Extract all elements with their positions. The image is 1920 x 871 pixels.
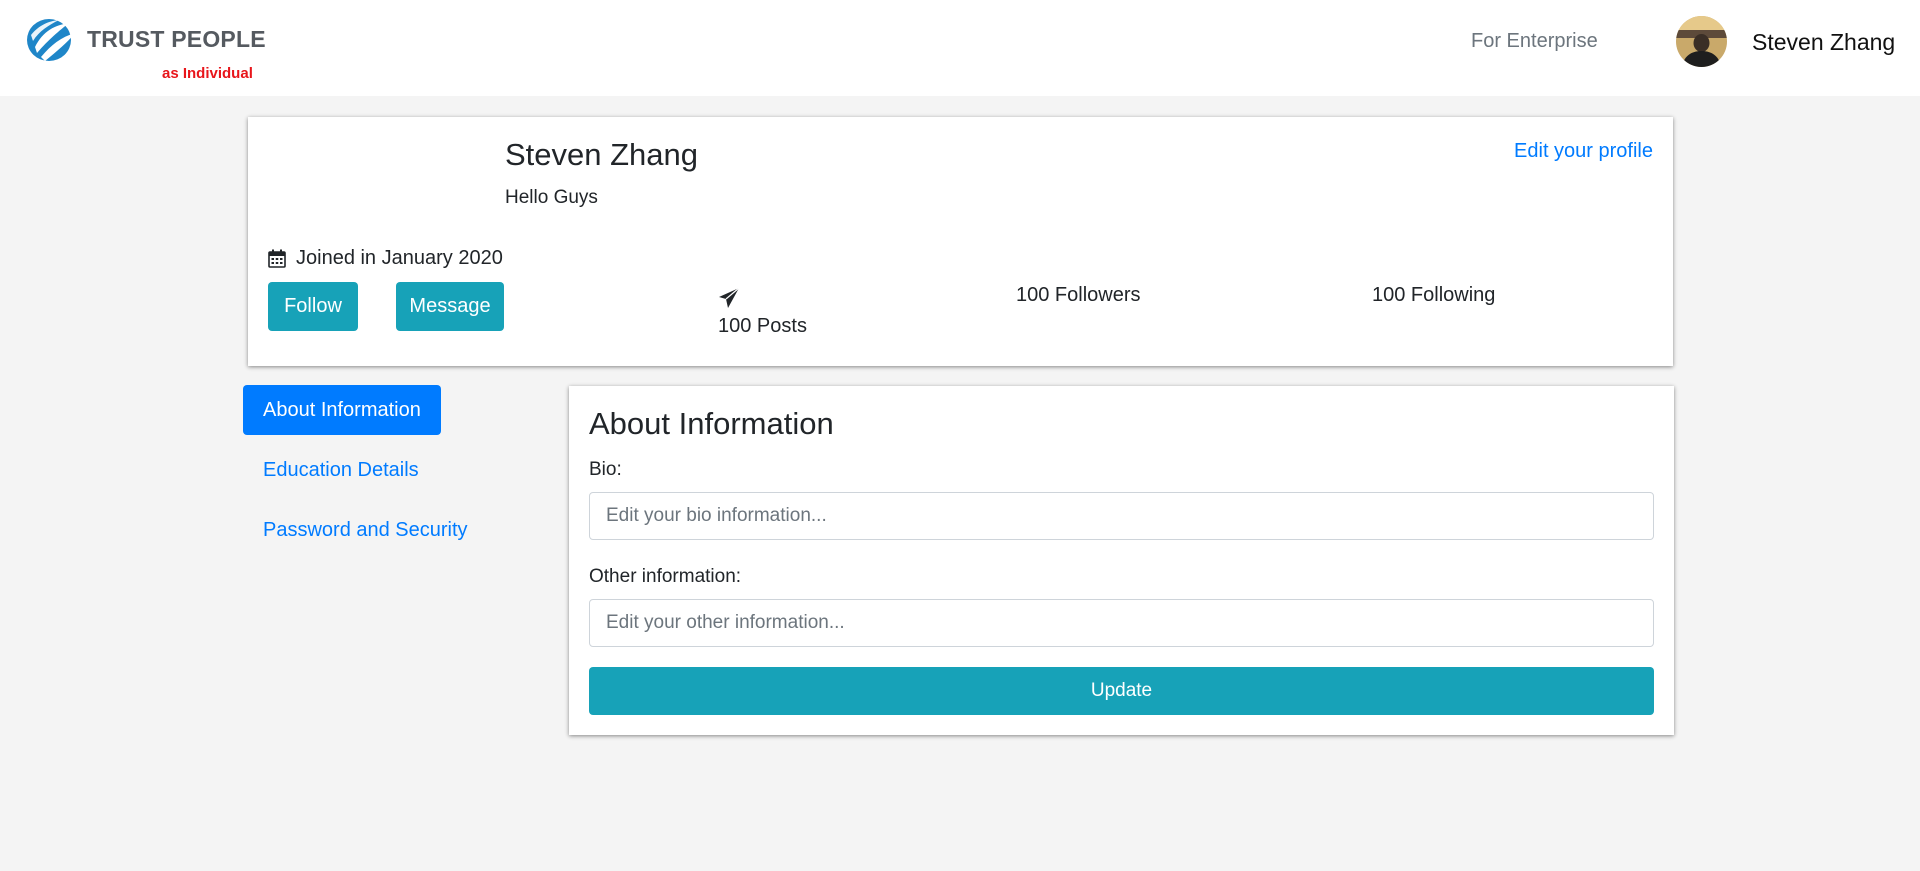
- logo-text: TRUST PEOPLE: [87, 26, 266, 52]
- other-information-input[interactable]: [589, 599, 1654, 647]
- top-navbar: TRUST PEOPLE as Individual For Enterpris…: [0, 0, 1920, 96]
- paper-plane-icon: [719, 287, 740, 308]
- calendar-icon: [268, 249, 286, 268]
- profile-card: Steven Zhang Hello Guys Edit your profil…: [248, 117, 1673, 366]
- user-avatar[interactable]: [1676, 16, 1727, 67]
- other-information-label: Other information:: [589, 566, 742, 587]
- profile-name: Steven Zhang: [505, 137, 699, 172]
- message-button[interactable]: Message: [396, 282, 504, 331]
- about-information-card: About Information Bio: Other information…: [569, 386, 1674, 735]
- edit-profile-link[interactable]: Edit your profile: [1514, 140, 1653, 163]
- sidenav-item-about-information[interactable]: About Information: [243, 385, 441, 435]
- joined-date-text: Joined in January 2020: [296, 247, 503, 269]
- follow-button[interactable]: Follow: [268, 282, 358, 331]
- update-button[interactable]: Update: [589, 667, 1654, 715]
- followers-count[interactable]: 100 Followers: [1016, 284, 1141, 307]
- joined-date: Joined in January 2020: [268, 247, 503, 270]
- bio-label: Bio:: [589, 459, 622, 480]
- nav-link-for-enterprise[interactable]: For Enterprise: [1471, 30, 1598, 53]
- trust-people-logo-icon: [27, 19, 75, 61]
- nav-username[interactable]: Steven Zhang: [1752, 29, 1895, 56]
- sidenav-item-password-security[interactable]: Password and Security: [243, 505, 488, 555]
- avatar-photo-icon: [1676, 16, 1727, 67]
- bio-input[interactable]: [589, 492, 1654, 540]
- brand-logo[interactable]: TRUST PEOPLE as Individual: [25, 15, 266, 85]
- profile-bio: Hello Guys: [505, 187, 598, 208]
- following-count[interactable]: 100 Following: [1372, 284, 1495, 307]
- posts-count: 100 Posts: [718, 315, 807, 337]
- logo-subtitle: as Individual: [162, 65, 253, 82]
- sidenav-item-education-details[interactable]: Education Details: [243, 445, 439, 495]
- section-title: About Information: [589, 406, 834, 441]
